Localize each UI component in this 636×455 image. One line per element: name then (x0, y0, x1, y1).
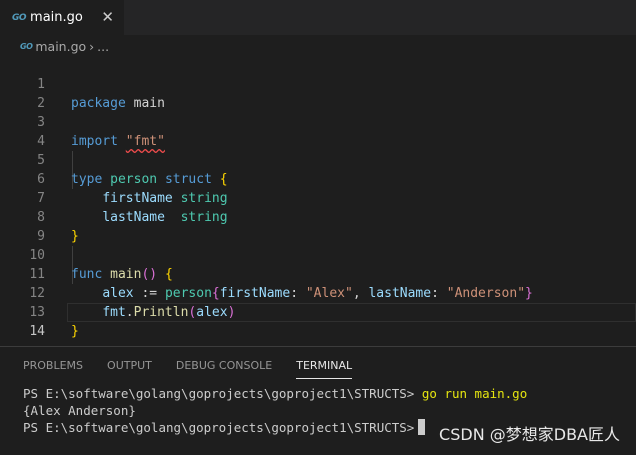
code-line: 13 } (0, 284, 636, 339)
tab-output[interactable]: OUTPUT (107, 359, 152, 379)
tab-label: main.go (30, 10, 83, 25)
watermark: CSDN @梦想家DBA匠人 (439, 425, 620, 444)
code-line: 5 type person struct { (0, 132, 636, 187)
panel-tabs: PROBLEMS OUTPUT DEBUG CONSOLE TERMINAL (23, 359, 376, 379)
breadcrumb: GO main.go › ... (0, 35, 636, 57)
code-line: 10 func main() { (0, 227, 636, 282)
terminal-command: go run main.go (421, 386, 528, 401)
go-file-icon: GO (20, 41, 33, 51)
go-file-icon: GO (12, 12, 27, 23)
breadcrumb-symbols[interactable]: ... (97, 39, 109, 54)
breadcrumb-file[interactable]: main.go (35, 39, 86, 54)
terminal-line: PS E:\software\golang\goprojects\goproje… (23, 385, 527, 402)
chevron-right-icon: › (89, 38, 95, 54)
code-line: 9 (0, 208, 636, 244)
code-line: 2 (0, 75, 636, 111)
line-number: 14 (29, 324, 45, 339)
code-line: 1 package main (0, 56, 636, 111)
close-icon[interactable]: ✕ (101, 8, 114, 26)
tab-main-go[interactable]: GO main.go ✕ (0, 0, 124, 35)
terminal-cursor (418, 419, 426, 435)
code-line: 7 lastName string (0, 170, 636, 225)
code-line: 12 fmt.Println(alex) (0, 265, 636, 320)
tab-debug-console[interactable]: DEBUG CONSOLE (176, 359, 272, 379)
editor-tab-bar: GO main.go ✕ (0, 0, 636, 35)
code-line: 6 firstName string (0, 151, 636, 206)
tab-terminal[interactable]: TERMINAL (296, 359, 353, 379)
tab-problems[interactable]: PROBLEMS (23, 359, 83, 379)
code-line: 3 import "fmt" (0, 94, 636, 149)
code-line: 11 alex := person{firstName: "Alex", las… (0, 246, 636, 301)
code-line: 14 (0, 303, 636, 339)
code-line: 4 (0, 113, 636, 149)
terminal-prompt: PS E:\software\golang\goprojects\goproje… (23, 420, 415, 435)
bracket: } (71, 324, 79, 339)
terminal-line: {Alex Anderson} (23, 402, 527, 419)
code-line: 8 } (0, 189, 636, 244)
code-editor[interactable]: 1 package main 2 3 import "fmt" 4 5 type… (0, 56, 636, 339)
program-output: {Alex Anderson} (23, 403, 136, 418)
terminal-prompt: PS E:\software\golang\goprojects\goproje… (23, 386, 415, 401)
